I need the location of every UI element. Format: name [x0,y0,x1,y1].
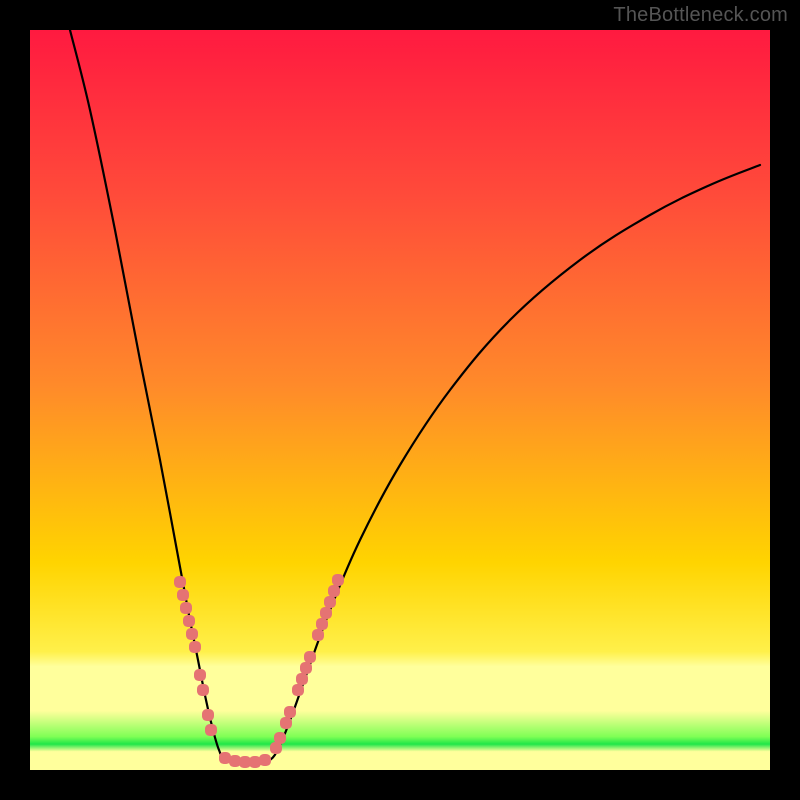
curve-marker [259,754,271,766]
curve-marker [183,615,195,627]
curve-marker [296,673,308,685]
curve-marker [202,709,214,721]
curve-marker [284,706,296,718]
curve-marker [300,662,312,674]
curve-marker [186,628,198,640]
curve-marker [189,641,201,653]
marker-group [174,574,344,768]
curve-marker [280,717,292,729]
curve-marker [312,629,324,641]
curve-marker [174,576,186,588]
watermark-text: TheBottleneck.com [613,4,788,27]
plot-area [30,30,770,770]
curve-marker [332,574,344,586]
curve-marker [177,589,189,601]
curve-marker [180,602,192,614]
curve-marker [205,724,217,736]
curve-marker [320,607,332,619]
curve-marker [328,585,340,597]
curve-marker [304,651,316,663]
bottleneck-curve [70,30,760,762]
curve-layer [30,30,770,770]
curve-marker [194,669,206,681]
curve-marker [324,596,336,608]
chart-stage: TheBottleneck.com [0,0,800,800]
curve-marker [274,732,286,744]
curve-marker [197,684,209,696]
curve-marker [292,684,304,696]
curve-marker [316,618,328,630]
